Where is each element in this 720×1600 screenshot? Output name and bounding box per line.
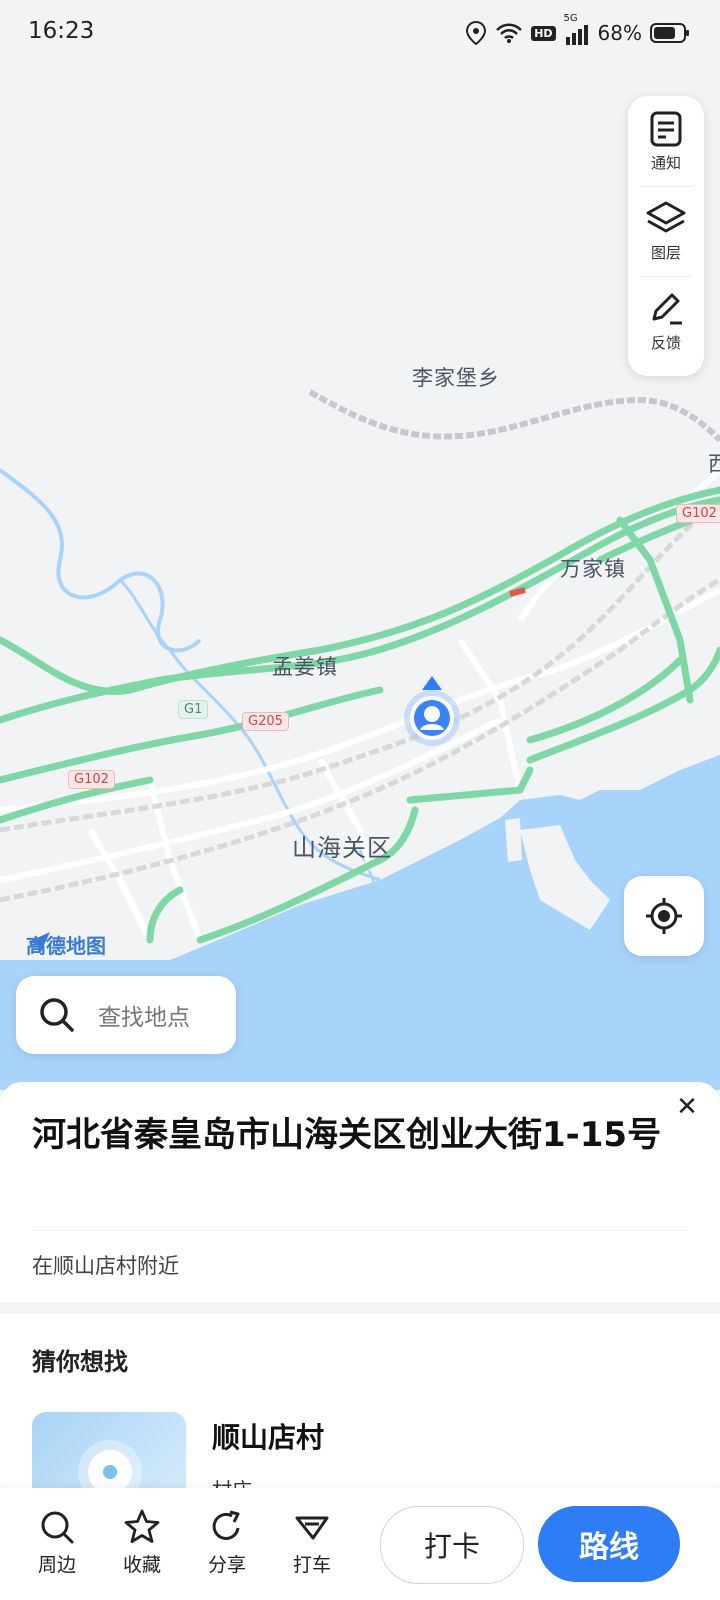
taxi-icon [295,1516,329,1540]
status-time: 16:23 [28,18,95,44]
highway-shield-g102-right: G102 [676,504,720,523]
nearby-button[interactable]: 周边 [22,1508,92,1577]
favorite-button[interactable]: 收藏 [107,1508,177,1577]
wifi-icon [496,23,523,43]
map-canvas [0,0,720,1090]
feedback-button[interactable]: 反馈 [628,276,704,366]
pencil-icon [652,293,682,325]
share-label: 分享 [207,1554,246,1576]
route-button[interactable]: 路线 [538,1506,680,1582]
search-placeholder: 查找地点 [98,1005,190,1031]
taxi-label: 打车 [292,1554,331,1576]
layers-button[interactable]: 图层 [628,186,704,276]
battery-percent: 68% [597,21,642,45]
taxi-button[interactable]: 打车 [277,1508,347,1577]
search-icon [40,998,74,1032]
layers-label: 图层 [650,244,681,262]
amap-logo-icon [28,932,50,954]
map-label-shanhaiguan: 山海关区 [292,834,392,862]
share-button[interactable]: 分享 [192,1508,262,1577]
map-label-edge: 西 [708,452,720,476]
feedback-label: 反馈 [650,334,681,352]
checkin-button[interactable]: 打卡 [380,1506,524,1584]
map-label-mengjiang: 孟姜镇 [272,655,338,679]
notice-button[interactable]: 通知 [628,96,704,186]
layers-icon [646,201,686,233]
section-separator [0,1302,720,1314]
highway-shield-g1: G1 [178,700,209,719]
locate-me-button[interactable] [624,876,704,956]
poi-name[interactable]: 顺山店村 [212,1416,324,1456]
bottom-action-bar: 周边 收藏 分享 打车 打卡 路线 [0,1488,720,1600]
status-icons: HD 5G 68% [465,13,690,50]
map-label-lijiabao: 李家堡乡 [412,366,500,390]
guess-section-title: 猜你想找 [32,1348,128,1376]
signal-icon [565,25,588,45]
search-place-box[interactable]: 查找地点 [16,976,236,1054]
search-icon [41,1511,74,1544]
map-label-wanjia: 万家镇 [560,557,626,581]
share-icon [212,1510,240,1540]
network-type: 5G [564,13,590,45]
hd-badge: HD [531,25,556,41]
status-bar: 16:23 HD 5G 68% [0,0,720,70]
map-tool-panel: 通知 图层 反馈 [628,96,704,376]
map-view[interactable]: 李家堡乡 万家镇 孟姜镇 山海关区 西 G1 G205 G102 G102 高德… [0,0,720,1090]
battery-icon [650,23,689,43]
divider [32,1230,688,1231]
nearby-label: 周边 [37,1554,76,1576]
notice-icon [650,111,682,147]
favorite-label: 收藏 [122,1554,161,1576]
location-icon [466,20,487,46]
current-location-marker[interactable] [400,672,464,752]
highway-shield-g205: G205 [242,712,289,731]
nearby-hint: 在顺山店村附近 [32,1254,179,1278]
star-icon [124,1509,160,1543]
highway-shield-g102-left: G102 [68,770,115,789]
amap-logo: 高德地图 [26,930,106,959]
notice-label: 通知 [650,154,681,172]
address-title: 河北省秦皇岛市山海关区创业大街1-15号 [32,1115,662,1155]
crosshair-icon [646,898,682,934]
user-avatar-icon [404,676,460,746]
